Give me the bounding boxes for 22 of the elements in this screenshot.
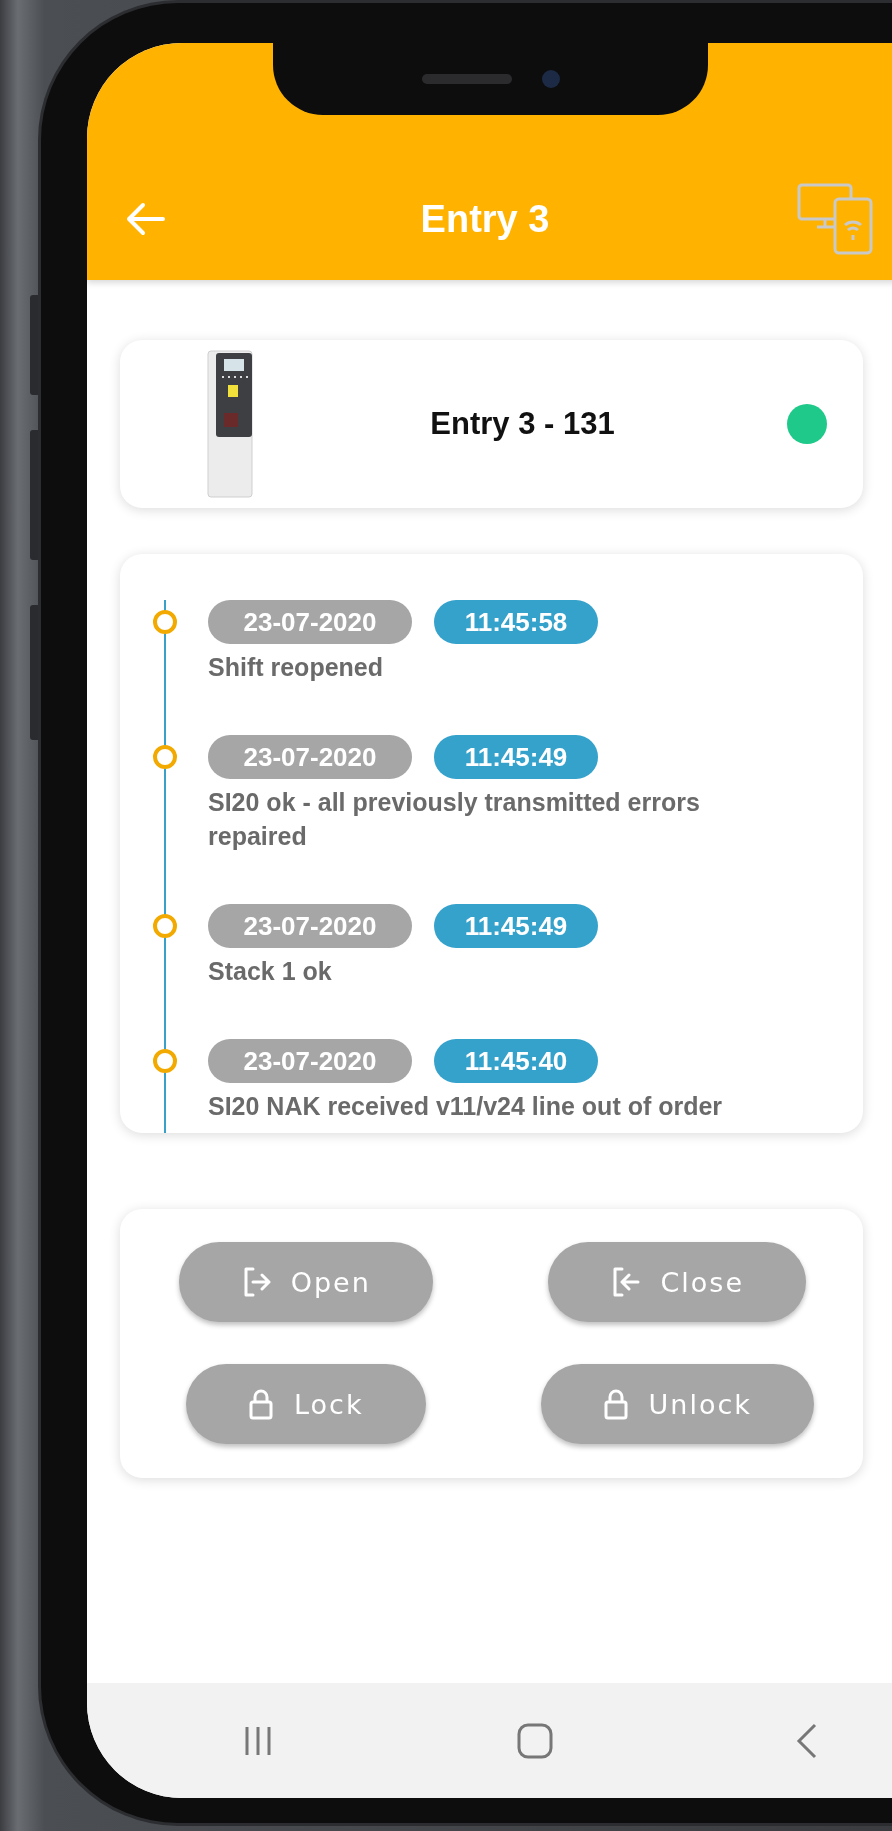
timeline-dot [153,745,177,769]
screen-title: Entry 3 [419,197,551,241]
device-name: Entry 3 - 131 [429,406,616,442]
event-text: Shift reopened [208,652,384,683]
date-badge: 23-07-2020 [208,904,412,948]
date-badge: 23-07-2020 [208,1039,412,1083]
event-text: Stack 1 ok [208,956,333,987]
date-badge: 23-07-2020 [208,735,412,779]
time-badge: 11:45:49 [434,904,598,948]
event-text: SI20 NAK received v11/v24 line out of order [208,1091,724,1122]
date-badge: 23-07-2020 [208,600,412,644]
time-badge: 11:45:58 [434,600,598,644]
padlock-icon [602,1388,629,1420]
timeline-dot [153,1049,177,1073]
timeline-dot [153,610,177,634]
back-icon[interactable] [795,1721,819,1760]
time-badge: 11:45:40 [434,1039,598,1083]
home-icon[interactable] [516,1721,554,1760]
timeline-dot [153,914,177,938]
event-text: SI20 ok - all previously transmitted errors repaired [208,787,701,852]
padlock-icon [247,1388,274,1420]
time-badge: 11:45:49 [434,735,598,779]
